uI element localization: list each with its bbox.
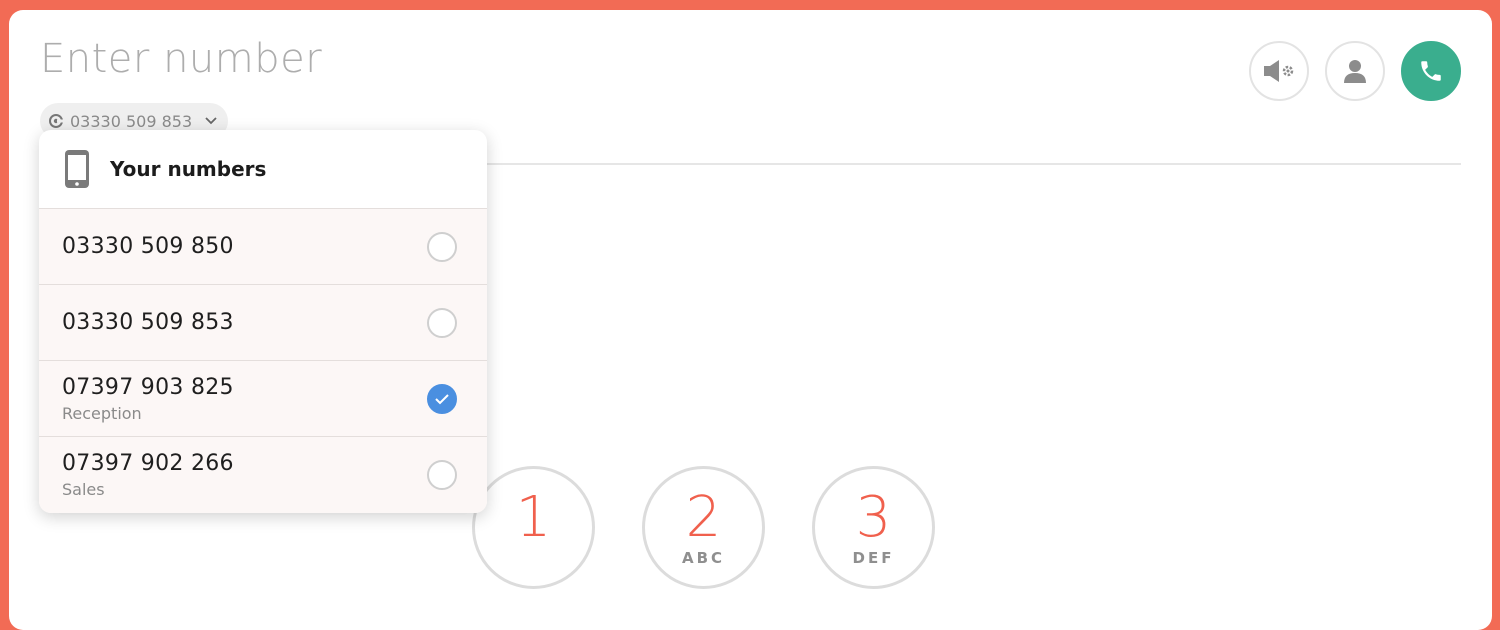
key-3[interactable]: 3 DEF — [812, 466, 935, 589]
number-option-value: 07397 903 825 — [62, 374, 234, 400]
key-2[interactable]: 2 ABC — [642, 466, 765, 589]
radio-unchecked[interactable] — [427, 307, 457, 338]
radio-unchecked[interactable] — [427, 460, 457, 490]
contacts-button[interactable] — [1325, 41, 1385, 101]
mobile-phone-icon — [64, 149, 90, 189]
user-icon — [1342, 58, 1368, 84]
key-digit: 2 — [685, 484, 722, 550]
number-input[interactable] — [40, 36, 940, 82]
number-option-label: Sales — [62, 480, 105, 499]
key-digit: 3 — [855, 484, 892, 550]
key-1[interactable]: 1 — [472, 466, 595, 589]
number-option-value: 03330 509 850 — [62, 234, 234, 259]
speaker-settings-icon — [1262, 58, 1296, 84]
checkmark-icon — [435, 393, 449, 404]
keypad: 1 2 ABC 3 DEF — [472, 466, 935, 589]
number-option[interactable]: 03330 509 850 — [39, 209, 487, 285]
key-letters: ABC — [681, 548, 726, 567]
number-option-value: 07397 902 266 — [62, 451, 234, 476]
number-option[interactable]: 07397 902 266 Sales — [39, 437, 487, 513]
key-digit: 1 — [515, 484, 552, 550]
dropdown-header: Your numbers — [39, 130, 487, 209]
dialer-card: 03330 509 853 — [9, 10, 1492, 630]
dropdown-title: Your numbers — [110, 157, 267, 181]
radio-unchecked[interactable] — [427, 231, 457, 262]
numbers-dropdown: Your numbers 03330 509 850 03330 509 853… — [39, 130, 487, 513]
action-buttons — [1249, 41, 1461, 101]
input-divider — [479, 163, 1461, 165]
number-option-value: 03330 509 853 — [62, 310, 234, 335]
phone-icon — [1418, 58, 1444, 84]
key-letters: DEF — [852, 548, 895, 567]
number-option-label: Reception — [62, 403, 142, 423]
audio-settings-button[interactable] — [1249, 41, 1309, 101]
radio-checked[interactable] — [427, 383, 457, 414]
caller-id-number: 03330 509 853 — [70, 111, 193, 131]
number-option[interactable]: 03330 509 853 — [39, 285, 487, 361]
number-option[interactable]: 07397 903 825 Reception — [39, 361, 487, 437]
call-button[interactable] — [1401, 41, 1461, 101]
caller-id-icon — [48, 113, 64, 129]
chevron-down-icon — [204, 116, 218, 126]
